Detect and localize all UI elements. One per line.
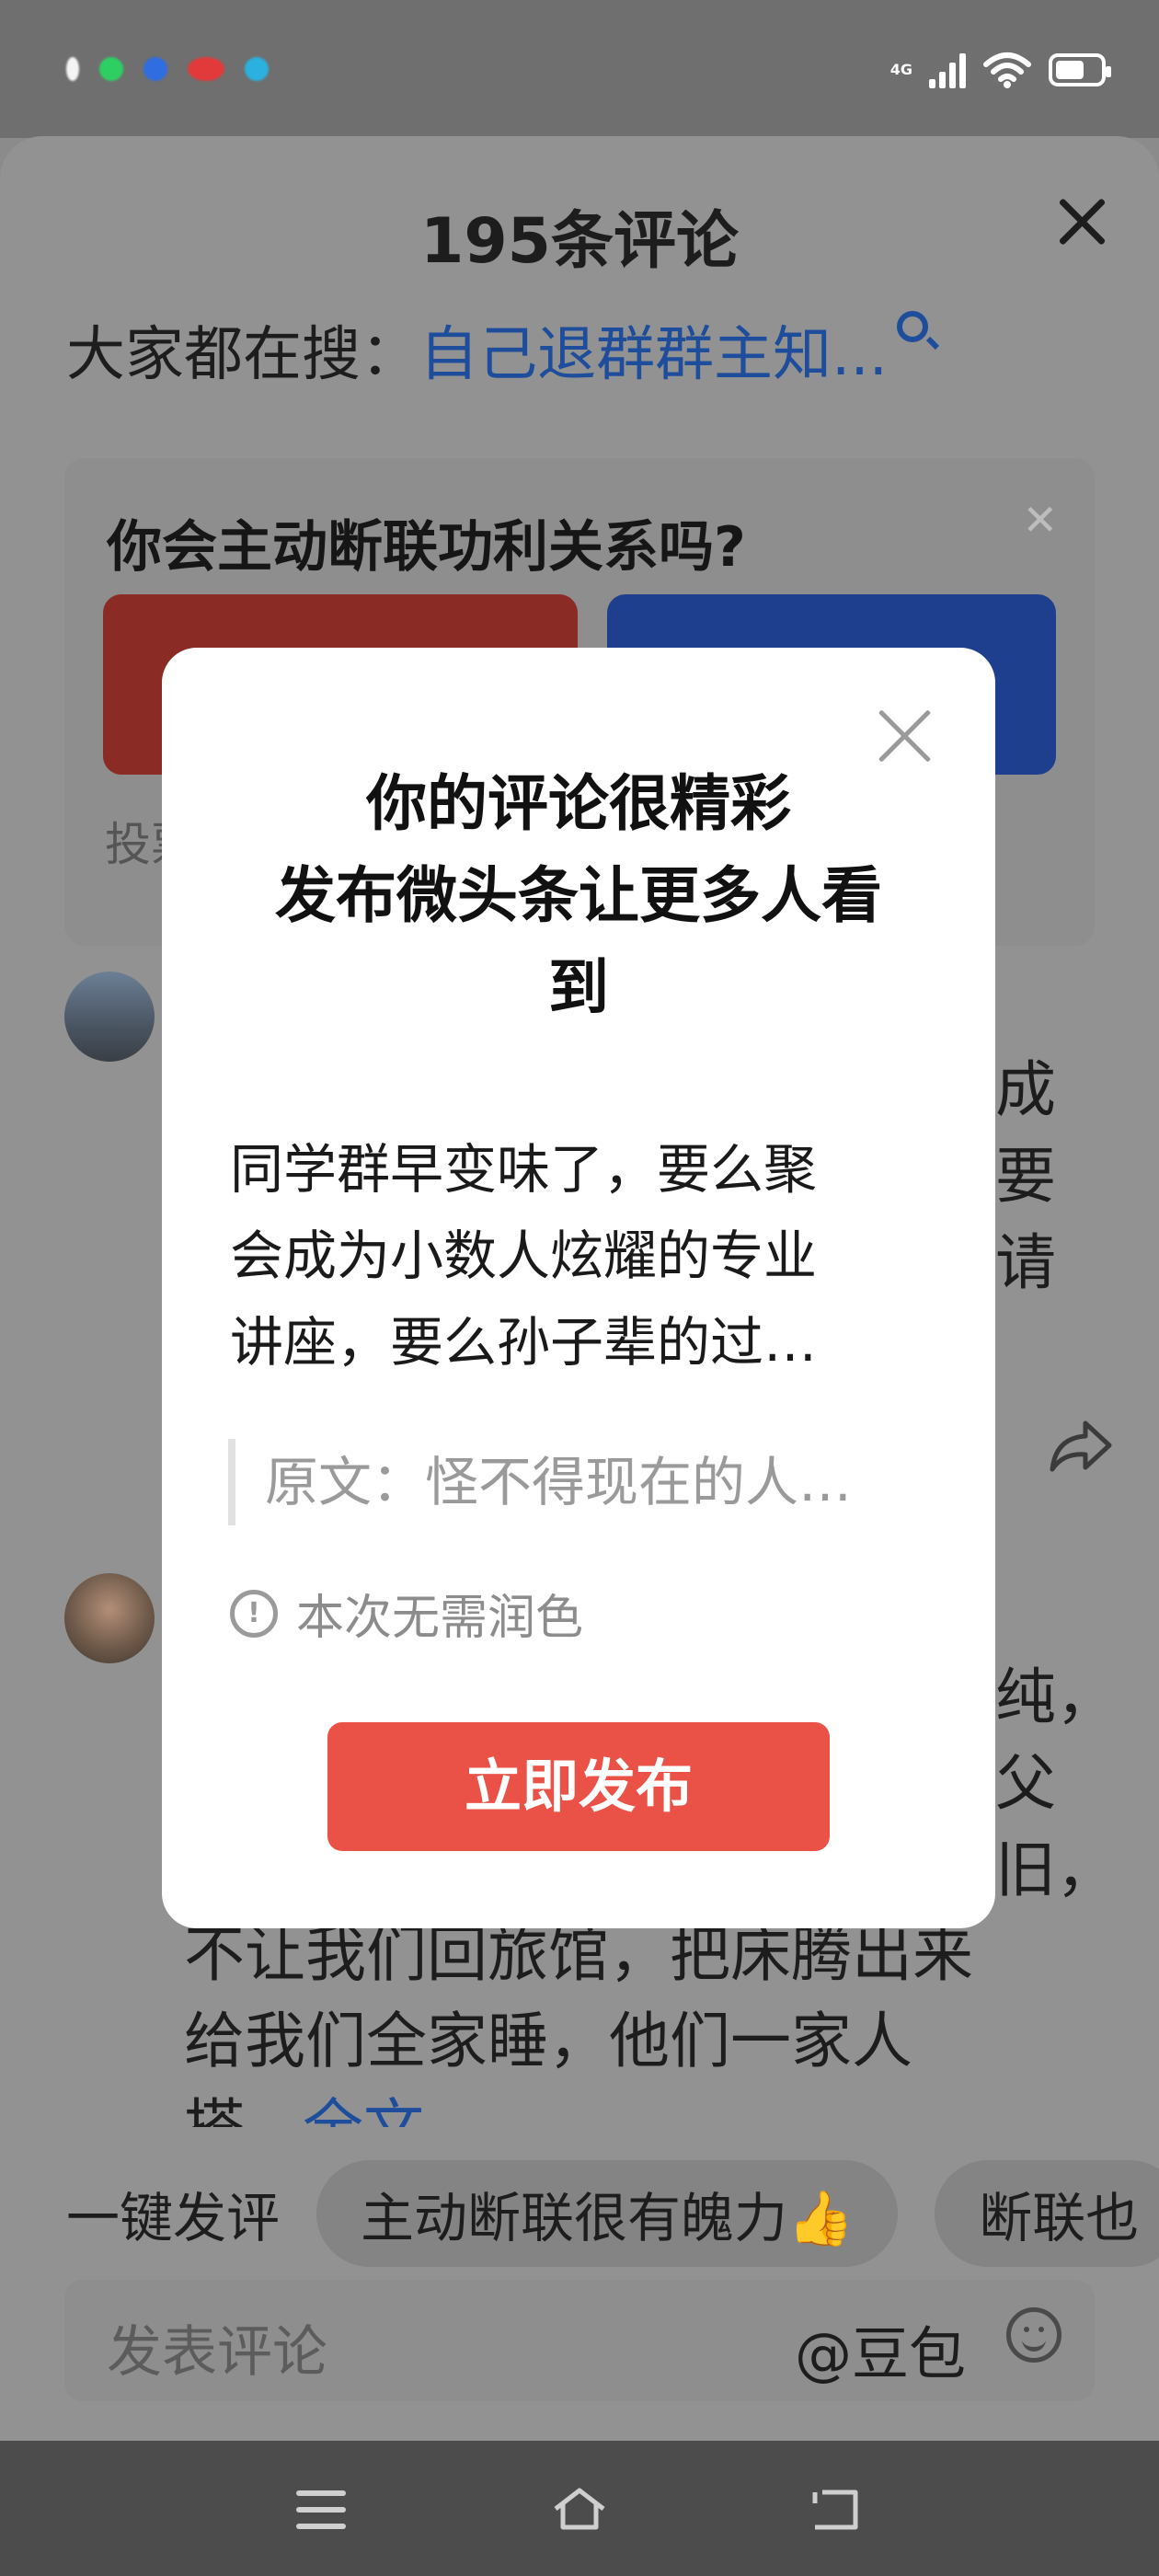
comment-text-fragment: 要 xyxy=(995,1141,1056,1212)
comment-text-line: 搭 全文 xyxy=(184,2085,424,2127)
close-dialog-button[interactable] xyxy=(876,707,935,765)
share-icon[interactable] xyxy=(1049,1415,1113,1490)
emoji-icon[interactable] xyxy=(1006,2307,1061,2363)
notification-icons xyxy=(66,57,269,81)
poll-question: 你会主动断联功利关系吗? xyxy=(107,515,746,580)
signal-icon xyxy=(929,52,966,88)
back-icon[interactable] xyxy=(809,2487,865,2531)
avatar[interactable] xyxy=(64,1573,155,1663)
status-bar: 4G xyxy=(0,0,1159,138)
comment-text-fragment: 旧， xyxy=(995,1834,1117,1905)
network-4g-icon: 4G xyxy=(889,61,912,78)
preview-line: 会成为小数人炫耀的专业 xyxy=(230,1225,818,1287)
dialog-title: 你的评论很精彩 发布微头条让更多人看 到 xyxy=(235,758,922,1034)
notification-icon xyxy=(245,57,269,81)
quick-comment-row: 一键发评 主动断联很有魄力👍 断联也 xyxy=(66,2160,1159,2267)
polish-tip: ! 本次无需润色 xyxy=(230,1579,583,1648)
quick-comment-chip[interactable]: 主动断联很有魄力👍 xyxy=(316,2160,899,2267)
dialog-title-line: 你的评论很精彩 xyxy=(366,768,791,839)
notification-icon xyxy=(66,57,79,81)
search-icon[interactable] xyxy=(897,311,929,342)
wifi-icon xyxy=(983,52,1031,88)
comment-input-placeholder: 发表评论 xyxy=(107,2320,327,2385)
read-more-link[interactable]: 全文 xyxy=(303,2092,424,2127)
quick-comment-chip[interactable]: 断联也 xyxy=(935,2160,1159,2267)
close-sheet-button[interactable] xyxy=(1050,190,1115,254)
notification-icon xyxy=(188,57,224,81)
home-icon[interactable] xyxy=(552,2487,607,2531)
system-nav-bar xyxy=(0,2441,1159,2576)
menu-icon[interactable] xyxy=(296,2490,346,2540)
info-icon: ! xyxy=(230,1589,278,1638)
avatar[interactable] xyxy=(64,972,155,1062)
comment-text-fragment: 成 xyxy=(995,1054,1056,1125)
notification-icon xyxy=(99,57,123,81)
preview-line: 讲座，要么孙子辈的过… xyxy=(230,1311,818,1374)
comment-item xyxy=(64,1573,155,1663)
notification-icon xyxy=(143,57,167,81)
comment-input[interactable]: 发表评论 @豆包 xyxy=(64,2280,1095,2401)
dialog-title-line: 到 xyxy=(548,952,609,1023)
battery-icon xyxy=(1049,53,1111,86)
comment-text-last: 搭 xyxy=(184,2092,245,2127)
comment-text-line: 给我们全家睡，他们一家人 xyxy=(184,2006,912,2076)
dialog-title-line: 发布微头条让更多人看 xyxy=(275,860,882,931)
comment-item xyxy=(64,972,155,1062)
poll-close-icon[interactable]: ✕ xyxy=(1022,495,1058,545)
hot-search-query[interactable]: 自己退群群主知... xyxy=(419,321,888,389)
publish-dialog: 你的评论很精彩 发布微头条让更多人看 到 同学群早变味了，要么聚 会成为小数人炫… xyxy=(162,648,995,1928)
hot-search-row[interactable]: 大家都在搜：自己退群群主知... xyxy=(66,307,929,392)
system-status: 4G xyxy=(889,52,1111,88)
comment-text-fragment: 纯， xyxy=(995,1662,1117,1732)
polish-tip-text: 本次无需润色 xyxy=(296,1591,584,1646)
hot-search-label: 大家都在搜： xyxy=(66,321,419,389)
original-quote: 原文：怪不得现在的人… xyxy=(228,1439,927,1525)
mention-doubao-button[interactable]: @豆包 xyxy=(795,2307,966,2390)
comment-text-fragment: 父 xyxy=(995,1748,1056,1819)
quick-comment-label: 一键发评 xyxy=(66,2187,281,2249)
comment-text-fragment: 请 xyxy=(995,1227,1056,1298)
publish-button[interactable]: 立即发布 xyxy=(327,1722,830,1851)
preview-line: 同学群早变味了，要么聚 xyxy=(230,1138,818,1201)
dialog-comment-preview: 同学群早变味了，要么聚 会成为小数人炫耀的专业 讲座，要么孙子辈的过… xyxy=(230,1126,929,1386)
comment-count-title: 195条评论 xyxy=(420,205,739,278)
